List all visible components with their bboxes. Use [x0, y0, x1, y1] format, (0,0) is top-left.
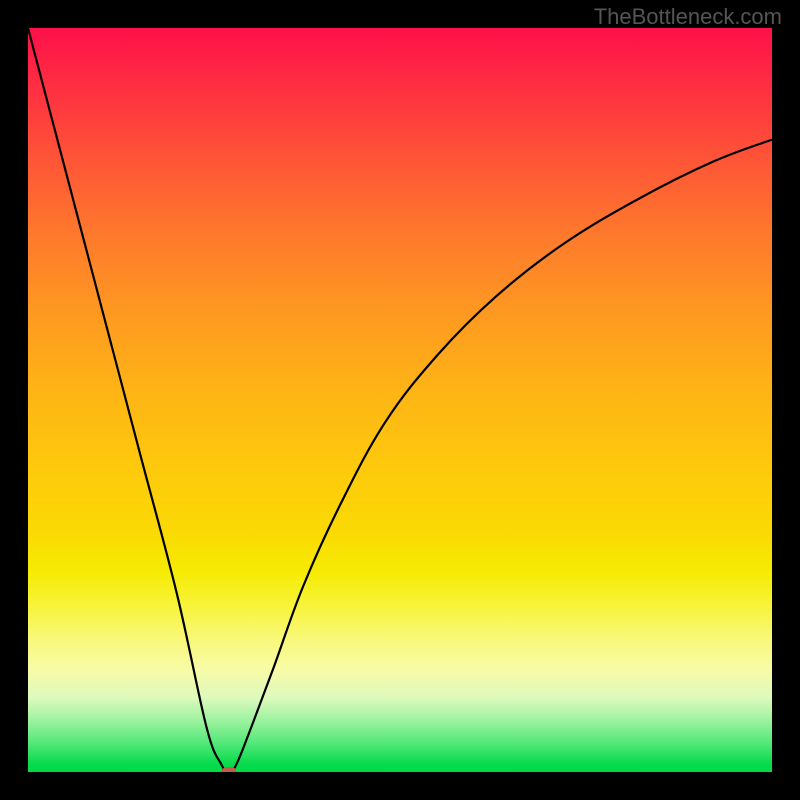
chart-plot-area	[28, 28, 772, 772]
minimum-marker	[221, 767, 236, 772]
curve-svg	[28, 28, 772, 772]
bottleneck-curve	[28, 28, 772, 772]
watermark-text: TheBottleneck.com	[594, 4, 782, 30]
